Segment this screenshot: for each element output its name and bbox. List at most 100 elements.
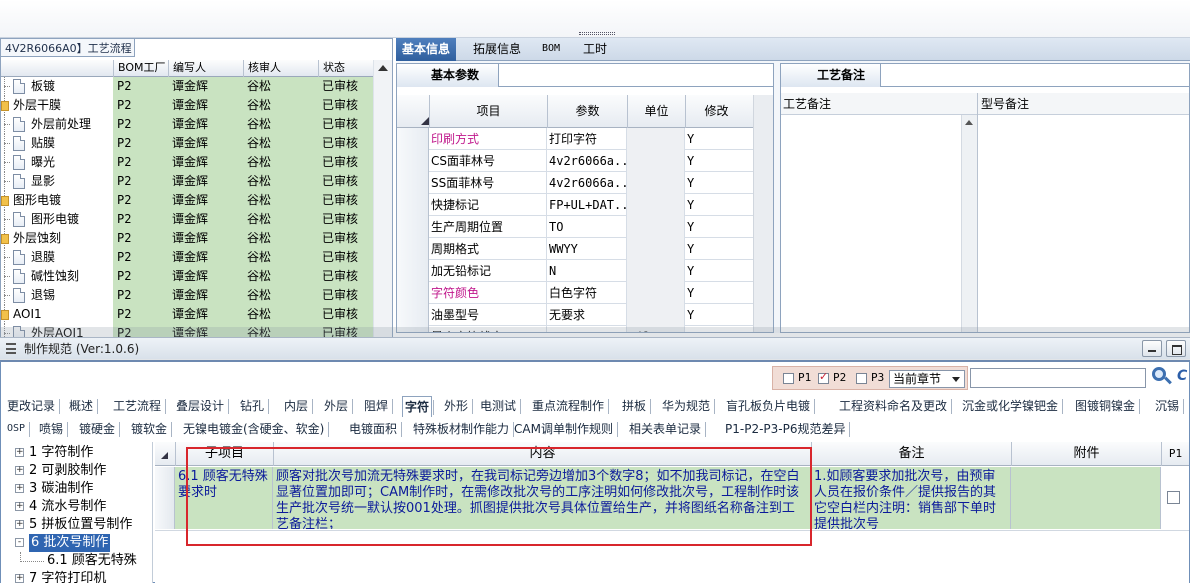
row-header[interactable] bbox=[397, 150, 429, 172]
tab-bom[interactable]: BOM bbox=[536, 38, 566, 61]
param-unit-cell[interactable] bbox=[627, 150, 685, 172]
tree-node[interactable]: 板镀 bbox=[1, 77, 113, 96]
spec-tab[interactable]: 内层 bbox=[282, 396, 314, 417]
process-row[interactable]: 外层蚀刻 P2 谭金辉 谷松 已审核 bbox=[1, 229, 373, 248]
spec-tab[interactable]: 概述 bbox=[67, 396, 99, 417]
param-value-cell[interactable]: TO bbox=[547, 216, 627, 238]
search-button[interactable] bbox=[1149, 365, 1173, 391]
process-row[interactable]: 碱性蚀刻 P2 谭金辉 谷松 已审核 bbox=[1, 267, 373, 286]
row-header[interactable] bbox=[397, 172, 429, 194]
corner-select-icon[interactable] bbox=[155, 442, 175, 466]
spec-tab[interactable]: 图镀铜镍金 bbox=[1073, 396, 1141, 417]
param-value-cell[interactable]: FP+UL+DAT... bbox=[547, 194, 627, 216]
expand-icon[interactable]: + bbox=[15, 520, 24, 529]
param-value-cell[interactable]: 打印字符 bbox=[547, 128, 627, 150]
param-modify-cell[interactable]: Y bbox=[685, 194, 747, 216]
spec-tab[interactable]: 无镍电镀金(含硬金、软金) bbox=[181, 419, 330, 440]
process-notes-tab[interactable]: 工艺备注 bbox=[781, 64, 881, 87]
col-reviewer[interactable]: 核审人 bbox=[243, 60, 318, 77]
collapse-icon[interactable]: - bbox=[15, 538, 24, 547]
row-header[interactable] bbox=[397, 194, 429, 216]
param-modify-cell[interactable]: Y bbox=[685, 238, 747, 260]
tree-node[interactable]: 显影 bbox=[1, 172, 113, 191]
scroll-up-arrow-icon[interactable] bbox=[965, 120, 973, 125]
spec-tab[interactable]: 镀硬金 bbox=[77, 419, 121, 440]
tree-node[interactable]: 贴膜 bbox=[1, 134, 113, 153]
chapter-scope-select[interactable]: 当前章节 bbox=[889, 370, 965, 388]
col-modify[interactable]: 修改 bbox=[685, 95, 747, 128]
param-modify-cell[interactable]: Y bbox=[685, 150, 747, 172]
col-remark[interactable]: 备注 bbox=[811, 442, 1011, 466]
maximize-button[interactable] bbox=[1166, 340, 1186, 357]
process-flow-tab[interactable]: 4V2R6066A0】工艺流程 bbox=[1, 39, 135, 57]
cell-remark[interactable]: 1.如顾客要求加批次号，由预审人员在报价条件／提供报告的其它空白栏内注明：销售部… bbox=[811, 467, 1011, 529]
param-unit-cell[interactable] bbox=[627, 172, 685, 194]
param-value-cell[interactable]: 无要求 bbox=[547, 304, 627, 326]
col-status[interactable]: 状态 bbox=[318, 60, 373, 77]
tab-work-hours[interactable]: 工时 bbox=[577, 38, 613, 61]
tree-node[interactable]: 退膜 bbox=[1, 248, 113, 267]
row-header[interactable] bbox=[397, 238, 429, 260]
tree-node[interactable]: 退锡 bbox=[1, 286, 113, 305]
expand-icon[interactable]: + bbox=[15, 484, 24, 493]
spec-tab[interactable]: 电测试 bbox=[478, 396, 522, 417]
spec-tab[interactable]: 特殊板材制作能力 bbox=[411, 419, 515, 440]
process-row[interactable]: AOI1 P2 谭金辉 谷松 已审核 bbox=[1, 305, 373, 324]
param-unit-cell[interactable] bbox=[627, 216, 685, 238]
param-value-cell[interactable]: 4v2r6066a... bbox=[547, 172, 627, 194]
spec-tab[interactable]: 拼板 bbox=[620, 396, 652, 417]
spec-tab[interactable]: 叠层设计 bbox=[174, 396, 230, 417]
notes-scrollbar[interactable] bbox=[961, 115, 977, 332]
row-header[interactable] bbox=[397, 128, 429, 150]
scroll-up-arrow-icon[interactable] bbox=[378, 65, 388, 71]
notes-divider[interactable] bbox=[977, 93, 978, 332]
process-row[interactable]: 图形电镀 P2 谭金辉 谷松 已审核 bbox=[1, 210, 373, 229]
spec-tab[interactable]: CAM调单制作规则 bbox=[512, 419, 618, 440]
spec-tab[interactable]: 沉锡 bbox=[1153, 396, 1185, 417]
process-row[interactable]: 贴膜 P2 谭金辉 谷松 已审核 bbox=[1, 134, 373, 153]
spec-tab[interactable]: 电镀面积 bbox=[347, 419, 403, 440]
tree-node[interactable]: AOI1 bbox=[1, 305, 113, 324]
row-header[interactable] bbox=[397, 304, 429, 326]
process-row[interactable]: 图形电镀 P2 谭金辉 谷松 已审核 bbox=[1, 191, 373, 210]
cell-attachment[interactable] bbox=[1011, 467, 1161, 529]
spec-tab[interactable]: 字符 bbox=[402, 396, 435, 417]
spec-tab[interactable]: 钻孔 bbox=[238, 396, 270, 417]
param-modify-cell[interactable]: Y bbox=[685, 216, 747, 238]
col-param[interactable]: 参数 bbox=[547, 95, 627, 128]
tree-node[interactable]: 图形电镀 bbox=[1, 210, 113, 229]
param-row[interactable]: 油墨型号 无要求 Y bbox=[397, 304, 773, 326]
process-row[interactable]: 曝光 P2 谭金辉 谷松 已审核 bbox=[1, 153, 373, 172]
spec-tab[interactable]: 华为规范 bbox=[660, 396, 716, 417]
col-bom-factory[interactable]: BOM工厂 bbox=[113, 60, 168, 77]
p1-checkbox[interactable] bbox=[783, 373, 794, 384]
param-value-cell[interactable]: 白色字符 bbox=[547, 282, 627, 304]
tree-node[interactable]: 外层蚀刻 bbox=[1, 229, 113, 248]
row-header[interactable] bbox=[397, 216, 429, 238]
spec-tab[interactable]: 更改记录 bbox=[5, 396, 61, 417]
process-row[interactable]: 板镀 P2 谭金辉 谷松 已审核 bbox=[1, 77, 373, 96]
minimize-button[interactable] bbox=[1142, 340, 1162, 357]
param-row[interactable]: CS面菲林号4v2r6066a... Y bbox=[397, 150, 773, 172]
expand-icon[interactable]: + bbox=[15, 574, 24, 583]
param-row[interactable]: 印刷方式 打印字符 Y bbox=[397, 128, 773, 150]
spec-tab[interactable]: 阻焊 bbox=[362, 396, 394, 417]
param-modify-cell[interactable]: Y bbox=[685, 282, 747, 304]
spec-window-titlebar[interactable]: 制作规范 (Ver:1.0.6) bbox=[0, 337, 1190, 359]
param-value-cell[interactable]: 4v2r6066a... bbox=[547, 150, 627, 172]
param-value-cell[interactable]: WWYY bbox=[547, 238, 627, 260]
col-attachment[interactable]: 附件 bbox=[1011, 442, 1161, 466]
spec-tab[interactable]: OSP bbox=[5, 419, 31, 440]
param-unit-cell[interactable] bbox=[627, 304, 685, 326]
splitter-grip[interactable] bbox=[579, 32, 615, 35]
spec-tab[interactable]: P1-P2-P3-P6规范差异 bbox=[723, 419, 851, 440]
col-item[interactable]: 项目 bbox=[429, 95, 547, 128]
col-writer[interactable]: 编写人 bbox=[168, 60, 243, 77]
param-unit-cell[interactable] bbox=[627, 194, 685, 216]
param-row[interactable]: 快捷标记FP+UL+DAT... Y bbox=[397, 194, 773, 216]
param-unit-cell[interactable] bbox=[627, 282, 685, 304]
process-row[interactable]: 退锡 P2 谭金辉 谷松 已审核 bbox=[1, 286, 373, 305]
p2-checkbox[interactable] bbox=[818, 370, 829, 384]
basic-params-tab[interactable]: 基本参数 bbox=[397, 64, 499, 87]
param-modify-cell[interactable]: Y bbox=[685, 260, 747, 282]
